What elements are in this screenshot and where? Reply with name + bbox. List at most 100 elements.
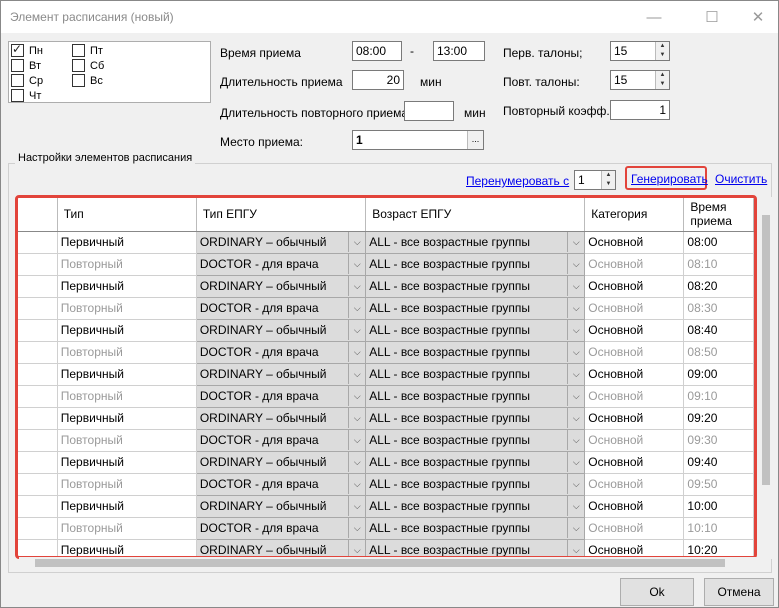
place-input[interactable]: 1 ... [352,130,484,150]
category-cell[interactable]: Основной [584,429,685,452]
header-epgu-age[interactable]: Возраст ЕПГУ [365,198,586,232]
table-row[interactable]: Повторный DOCTOR - для врача ⌵ ALL - все во… [18,296,754,320]
category-cell[interactable]: Основной [584,253,685,276]
type-cell[interactable]: Повторный [57,341,197,364]
type-cell[interactable]: Повторный [57,385,197,408]
epgu-age-select[interactable]: ALL - все возрастные группы ⌵ [365,274,586,298]
epgu-age-select[interactable]: ALL - все возрастные группы ⌵ [365,538,586,556]
epgu-age-select[interactable]: ALL - все возрастные группы ⌵ [365,472,586,496]
horizontal-scroll-thumb[interactable] [35,559,725,567]
table-row[interactable]: Первичный ORDINARY – обычный ⌵ ALL - все во… [18,362,754,386]
table-row[interactable]: Повторный DOCTOR - для врача ⌵ ALL - все во… [18,252,754,276]
time-cell[interactable]: 09:40 [683,451,754,474]
table-row[interactable]: Повторный DOCTOR - для врача ⌵ ALL - все во… [18,428,754,452]
horizontal-scrollbar[interactable] [19,557,759,569]
renumber-input[interactable]: 1 ▲ ▼ [574,170,616,190]
type-cell[interactable]: Повторный [57,253,197,276]
chevron-down-icon[interactable]: ⌵ [348,276,365,296]
row-header-cell[interactable] [18,385,58,408]
checkbox-sunday[interactable] [72,74,85,87]
row-header-cell[interactable] [18,341,58,364]
category-cell[interactable]: Основной [584,451,685,474]
time-from-input[interactable]: 08:00 [352,41,402,61]
chevron-down-icon[interactable]: ⌵ [567,232,584,252]
epgu-type-select[interactable]: ORDINARY – обычный ⌵ [195,318,367,342]
epgu-age-select[interactable]: ALL - все возрастные группы ⌵ [365,384,586,408]
checkbox-friday[interactable] [72,44,85,57]
category-cell[interactable]: Основной [584,517,685,540]
cancel-button[interactable]: Отмена [704,578,774,606]
epgu-type-select[interactable]: ORDINARY – обычный ⌵ [195,274,367,298]
table-row[interactable]: Первичный ORDINARY – обычный ⌵ ALL - все во… [18,230,754,254]
type-cell[interactable]: Повторный [57,429,197,452]
header-type[interactable]: Тип [57,198,197,232]
row-header-cell[interactable] [18,407,58,430]
row-header-cell[interactable] [18,363,58,386]
epgu-type-select[interactable]: ORDINARY – обычный ⌵ [195,494,367,518]
chevron-down-icon[interactable]: ⌵ [567,430,584,450]
epgu-type-select[interactable]: DOCTOR - для врача ⌵ [195,384,367,408]
duration-input[interactable]: 20 [352,70,404,90]
time-cell[interactable]: 08:30 [683,297,754,320]
type-cell[interactable]: Первичный [57,275,197,298]
chevron-down-icon[interactable]: ⌵ [348,320,365,340]
generate-link[interactable]: Генерировать [631,172,708,186]
time-cell[interactable]: 09:30 [683,429,754,452]
time-cell[interactable]: 09:00 [683,363,754,386]
row-header-cell[interactable] [18,319,58,342]
day-friday[interactable]: Пт [72,44,103,57]
epgu-age-select[interactable]: ALL - все возрастные группы ⌵ [365,428,586,452]
epgu-type-select[interactable]: ORDINARY – обычный ⌵ [195,538,367,556]
spin-up-icon[interactable]: ▲ [656,71,669,80]
epgu-type-select[interactable]: DOCTOR - для врача ⌵ [195,252,367,276]
chevron-down-icon[interactable]: ⌵ [348,518,365,538]
spin-down-icon[interactable]: ▼ [656,51,669,60]
type-cell[interactable]: Повторный [57,473,197,496]
day-wednesday[interactable]: Ср [11,74,43,87]
checkbox-wednesday[interactable] [11,74,24,87]
time-cell[interactable]: 08:40 [683,319,754,342]
row-header-cell[interactable] [18,495,58,518]
category-cell[interactable]: Основной [584,407,685,430]
place-browse-button[interactable]: ... [467,131,483,149]
day-tuesday[interactable]: Вт [11,59,41,72]
chevron-down-icon[interactable]: ⌵ [567,276,584,296]
table-row[interactable]: Повторный DOCTOR - для врача ⌵ ALL - все во… [18,516,754,540]
epgu-type-select[interactable]: DOCTOR - для врача ⌵ [195,428,367,452]
row-header-cell[interactable] [18,539,58,556]
table-row[interactable]: Первичный ORDINARY – обычный ⌵ ALL - все во… [18,450,754,474]
close-button[interactable]: ✕ [735,5,779,29]
chevron-down-icon[interactable]: ⌵ [348,408,365,428]
vertical-scrollbar[interactable] [759,197,773,559]
table-row[interactable]: Повторный DOCTOR - для врача ⌵ ALL - все во… [18,384,754,408]
checkbox-monday[interactable] [11,42,24,57]
header-epgu-type[interactable]: Тип ЕПГУ [196,198,367,232]
chevron-down-icon[interactable]: ⌵ [567,320,584,340]
chevron-down-icon[interactable]: ⌵ [348,430,365,450]
chevron-down-icon[interactable]: ⌵ [567,452,584,472]
time-cell[interactable]: 10:10 [683,517,754,540]
header-category[interactable]: Категория [584,198,685,232]
type-cell[interactable]: Первичный [57,363,197,386]
epgu-age-select[interactable]: ALL - все возрастные группы ⌵ [365,494,586,518]
checkbox-thursday[interactable] [11,89,24,102]
type-cell[interactable]: Первичный [57,539,197,556]
repeat-tickets-spinner[interactable]: ▲ ▼ [655,71,669,89]
row-header-cell[interactable] [18,253,58,276]
renumber-spinner[interactable]: ▲ ▼ [601,171,615,189]
table-row[interactable]: Первичный ORDINARY – обычный ⌵ ALL - все во… [18,274,754,298]
epgu-type-select[interactable]: DOCTOR - для врача ⌵ [195,296,367,320]
table-row[interactable]: Повторный DOCTOR - для врача ⌵ ALL - все во… [18,340,754,364]
category-cell[interactable]: Основной [584,539,685,556]
row-header-cell[interactable] [18,429,58,452]
epgu-age-select[interactable]: ALL - все возрастные группы ⌵ [365,362,586,386]
epgu-type-select[interactable]: DOCTOR - для врача ⌵ [195,472,367,496]
type-cell[interactable]: Первичный [57,407,197,430]
table-row[interactable]: Первичный ORDINARY – обычный ⌵ ALL - все во… [18,318,754,342]
time-cell[interactable]: 08:20 [683,275,754,298]
category-cell[interactable]: Основной [584,341,685,364]
epgu-age-select[interactable]: ALL - все возрастные группы ⌵ [365,406,586,430]
table-row[interactable]: Первичный ORDINARY – обычный ⌵ ALL - все во… [18,538,754,556]
epgu-type-select[interactable]: ORDINARY – обычный ⌵ [195,406,367,430]
first-tickets-spinner[interactable]: ▲ ▼ [655,42,669,60]
